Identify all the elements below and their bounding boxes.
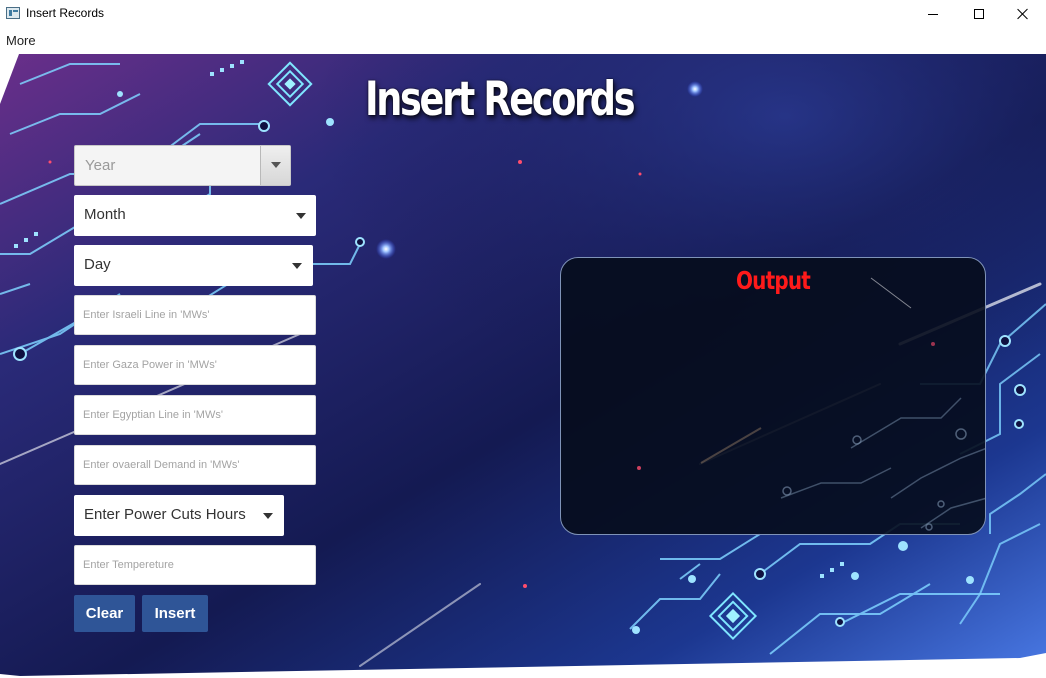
day-combobox[interactable]: Day	[74, 245, 313, 286]
insert-records-window: Insert Records More Insert Records Year …	[0, 0, 1046, 678]
insert-button[interactable]: Insert	[142, 595, 208, 632]
gaza-power-input[interactable]	[75, 346, 315, 384]
year-dropdown-button[interactable]	[260, 146, 290, 185]
minimize-button[interactable]	[910, 0, 956, 28]
chevron-down-icon	[292, 263, 302, 269]
year-combobox[interactable]: Year	[74, 145, 291, 186]
chevron-down-icon	[263, 513, 273, 519]
clear-button[interactable]: Clear	[74, 595, 135, 632]
overall-demand-field[interactable]	[74, 445, 316, 485]
israeli-line-field[interactable]	[74, 295, 316, 335]
output-content	[581, 308, 967, 518]
app-window-icon	[6, 7, 20, 19]
maximize-icon	[974, 9, 984, 19]
output-title: Output	[735, 266, 811, 295]
close-icon	[1017, 8, 1029, 20]
month-combobox[interactable]: Month	[74, 195, 316, 236]
page-heading: Insert Records	[365, 72, 636, 127]
output-panel: Output	[560, 257, 986, 535]
day-value: Day	[84, 256, 111, 273]
egyptian-line-input[interactable]	[75, 396, 315, 434]
window-title: Insert Records	[26, 6, 105, 20]
power-cuts-value: Enter Power Cuts Hours	[84, 506, 246, 523]
israeli-line-input[interactable]	[75, 296, 315, 334]
egyptian-line-field[interactable]	[74, 395, 316, 435]
menu-item-more[interactable]: More	[6, 33, 36, 48]
year-placeholder: Year	[85, 157, 116, 174]
overall-demand-input[interactable]	[75, 446, 315, 484]
close-button[interactable]	[1000, 0, 1046, 28]
menu-bar: More	[0, 28, 1046, 54]
minimize-icon	[928, 13, 938, 15]
temperature-input[interactable]	[75, 546, 315, 584]
gaza-power-field[interactable]	[74, 345, 316, 385]
temperature-field[interactable]	[74, 545, 316, 585]
title-bar[interactable]: Insert Records	[0, 0, 1046, 28]
power-cuts-combobox[interactable]: Enter Power Cuts Hours	[74, 495, 284, 536]
chevron-down-icon	[271, 162, 281, 168]
month-value: Month	[84, 206, 126, 223]
maximize-button[interactable]	[956, 0, 1002, 28]
chevron-down-icon	[296, 213, 306, 219]
